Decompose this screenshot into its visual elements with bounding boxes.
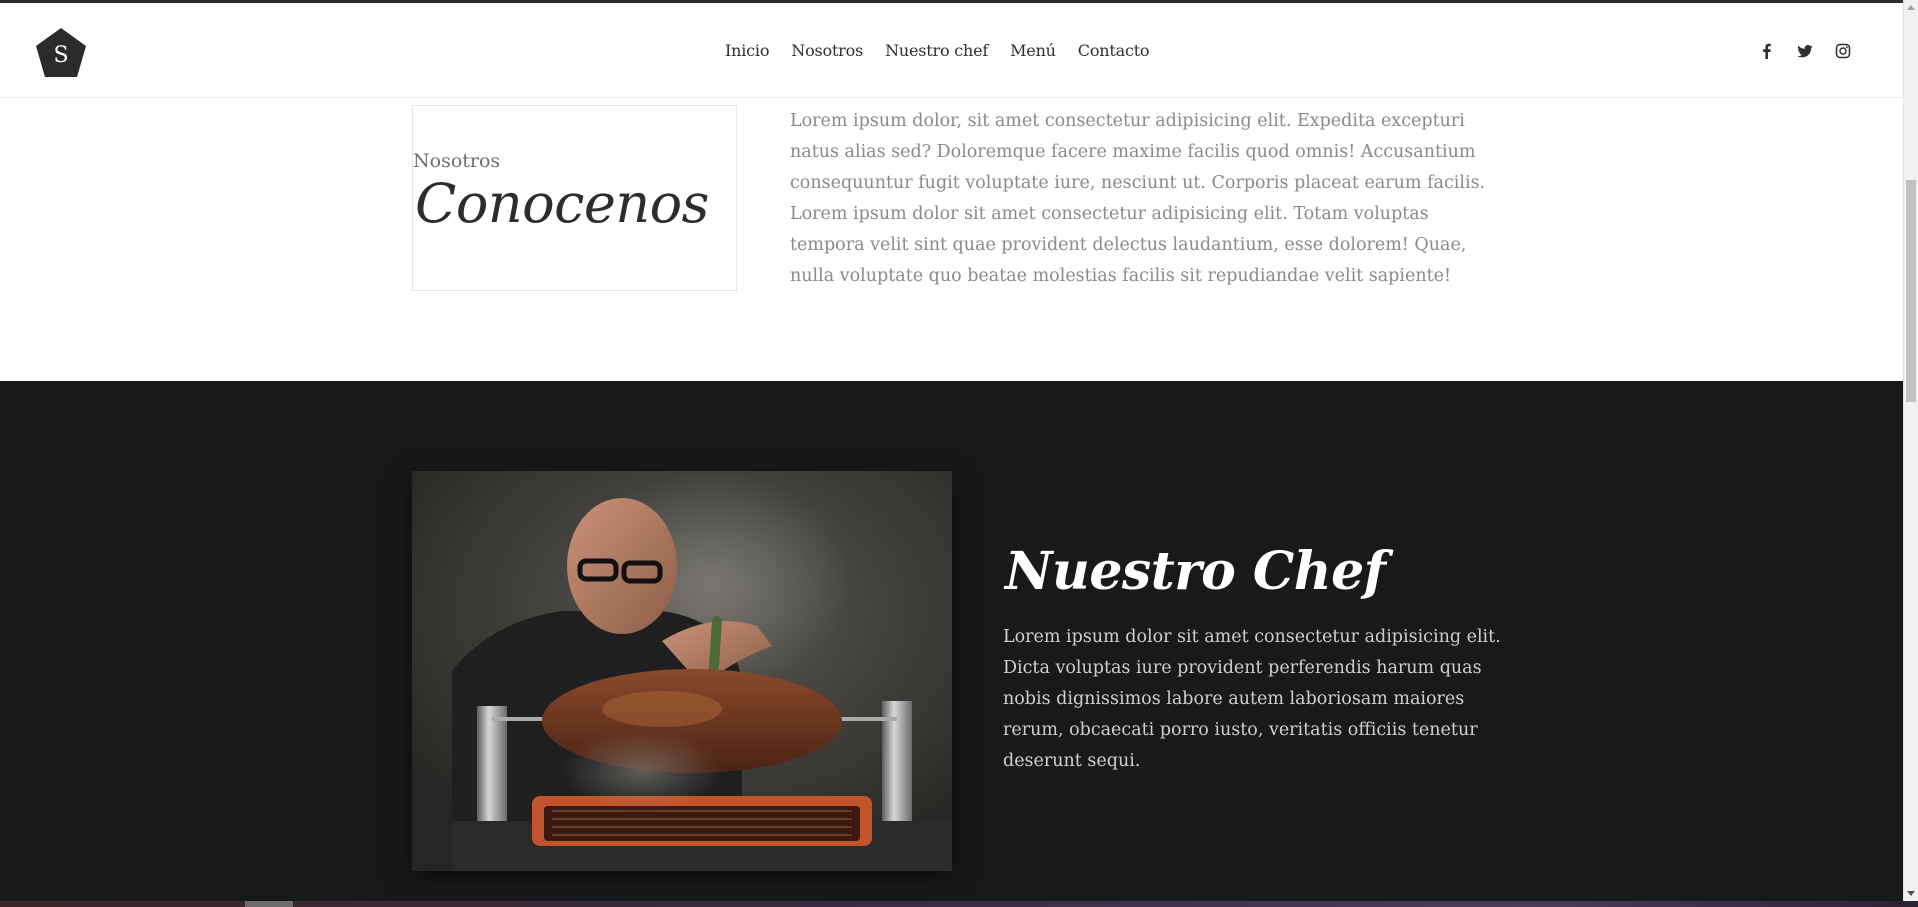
nav-menu[interactable]: Menú [1010, 41, 1056, 60]
bottom-strip [0, 901, 1918, 907]
about-text: Lorem ipsum dolor, sit amet consectetur … [790, 111, 1486, 286]
facebook-icon[interactable] [1759, 43, 1775, 59]
page-scrollbar[interactable] [1903, 0, 1918, 901]
nav-inicio[interactable]: Inicio [725, 41, 769, 60]
twitter-icon[interactable] [1797, 43, 1813, 59]
chef-section: Nuestro Chef Lorem ipsum dolor sit amet … [0, 381, 1903, 901]
scroll-thumb[interactable] [1906, 180, 1916, 402]
nav-nosotros[interactable]: Nosotros [791, 41, 863, 60]
site-header: S Inicio Nosotros Nuestro chef Menú Cont… [0, 3, 1903, 98]
chef-title: Nuestro Chef [1005, 541, 1386, 602]
about-subtitle: Nosotros [413, 150, 501, 172]
instagram-icon[interactable] [1835, 43, 1851, 59]
social-links [1759, 43, 1851, 59]
about-section: Nosotros Conocenos Lorem ipsum dolor, si… [0, 98, 1903, 381]
about-title: Conocenos [415, 172, 709, 235]
logo-letter: S [53, 43, 68, 68]
site-logo[interactable]: S [34, 26, 88, 80]
main-nav: Inicio Nosotros Nuestro chef Menú Contac… [725, 41, 1171, 60]
chef-photo [412, 471, 952, 871]
nav-nuestro-chef[interactable]: Nuestro chef [885, 41, 988, 60]
scroll-down-arrow-icon[interactable] [1907, 891, 1915, 896]
about-heading-box: Nosotros Conocenos [412, 105, 737, 291]
nav-contacto[interactable]: Contacto [1078, 41, 1150, 60]
scroll-up-arrow-icon[interactable] [1907, 5, 1915, 10]
horizontal-scroll-thumb[interactable] [245, 901, 293, 907]
chef-text: Lorem ipsum dolor sit amet consectetur a… [1003, 627, 1501, 771]
